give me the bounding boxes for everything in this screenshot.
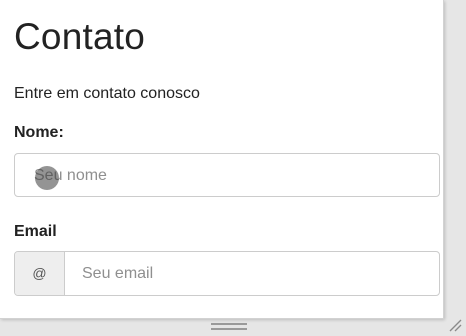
page-subtitle: Entre em contato conosco <box>14 85 200 102</box>
contact-card: Contato Entre em contato conosco Nome: S… <box>0 0 444 319</box>
touch-cursor-icon <box>35 166 59 190</box>
page-title: Contato <box>14 16 145 57</box>
email-addon: @ <box>15 252 65 295</box>
drag-handle-icon[interactable] <box>211 323 247 331</box>
email-input[interactable]: @ Seu email <box>14 251 440 296</box>
viewport: Contato Entre em contato conosco Nome: S… <box>0 0 466 336</box>
name-input[interactable]: Seu nome <box>14 153 440 197</box>
resize-corner-icon[interactable] <box>448 318 462 332</box>
name-label: Nome: <box>14 124 64 141</box>
email-label: Email <box>14 223 57 240</box>
email-placeholder: Seu email <box>82 265 154 282</box>
